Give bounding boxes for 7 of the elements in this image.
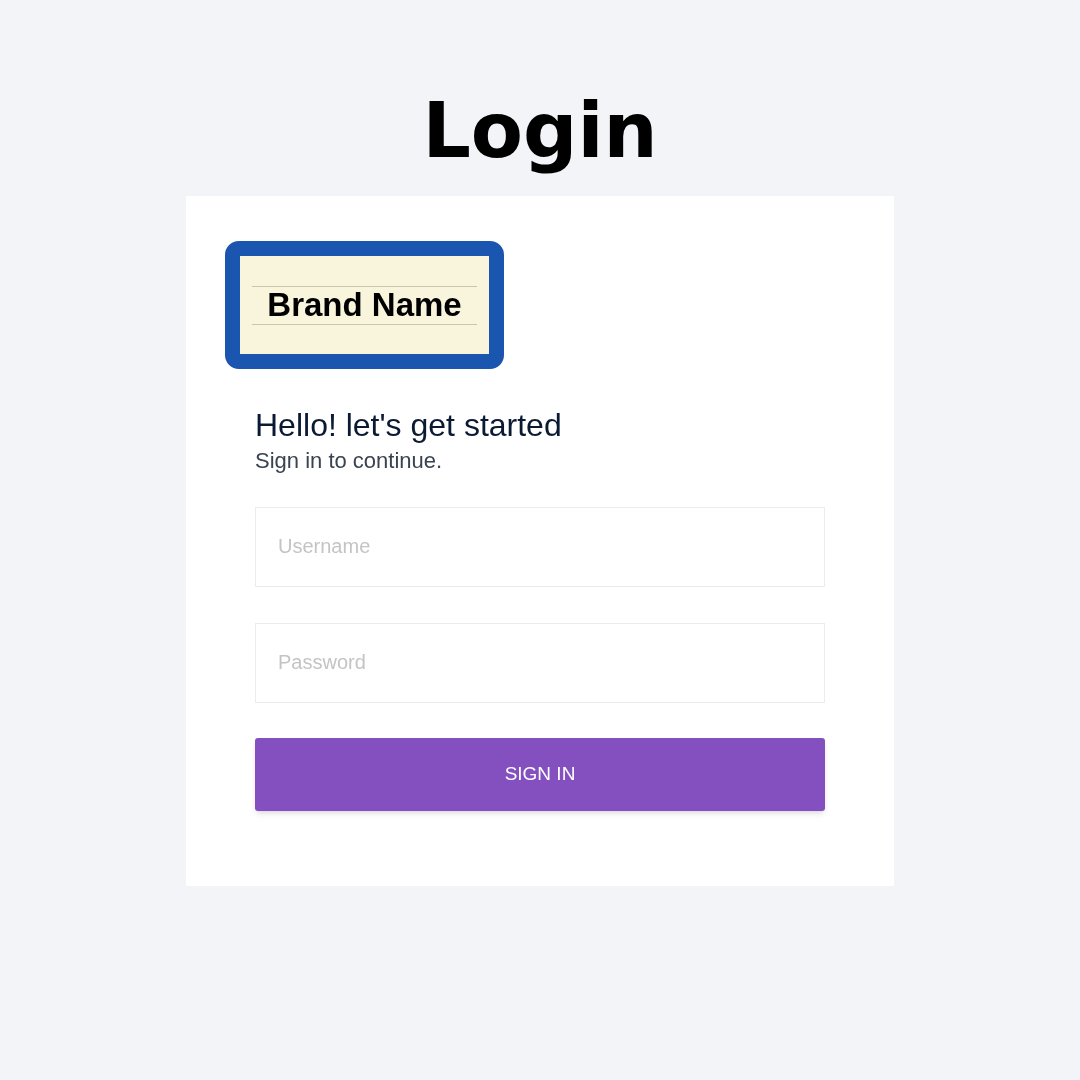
heading: Hello! let's get started xyxy=(255,406,563,445)
brand-logo: Brand Name xyxy=(225,241,504,369)
input-field[interactable]: Password xyxy=(255,622,825,703)
input-field[interactable]: Username xyxy=(255,506,825,587)
sign-in-button[interactable]: SIGN IN xyxy=(255,737,825,811)
subheading: Sign in to continue. xyxy=(255,447,444,475)
page-title: Login xyxy=(422,88,658,174)
